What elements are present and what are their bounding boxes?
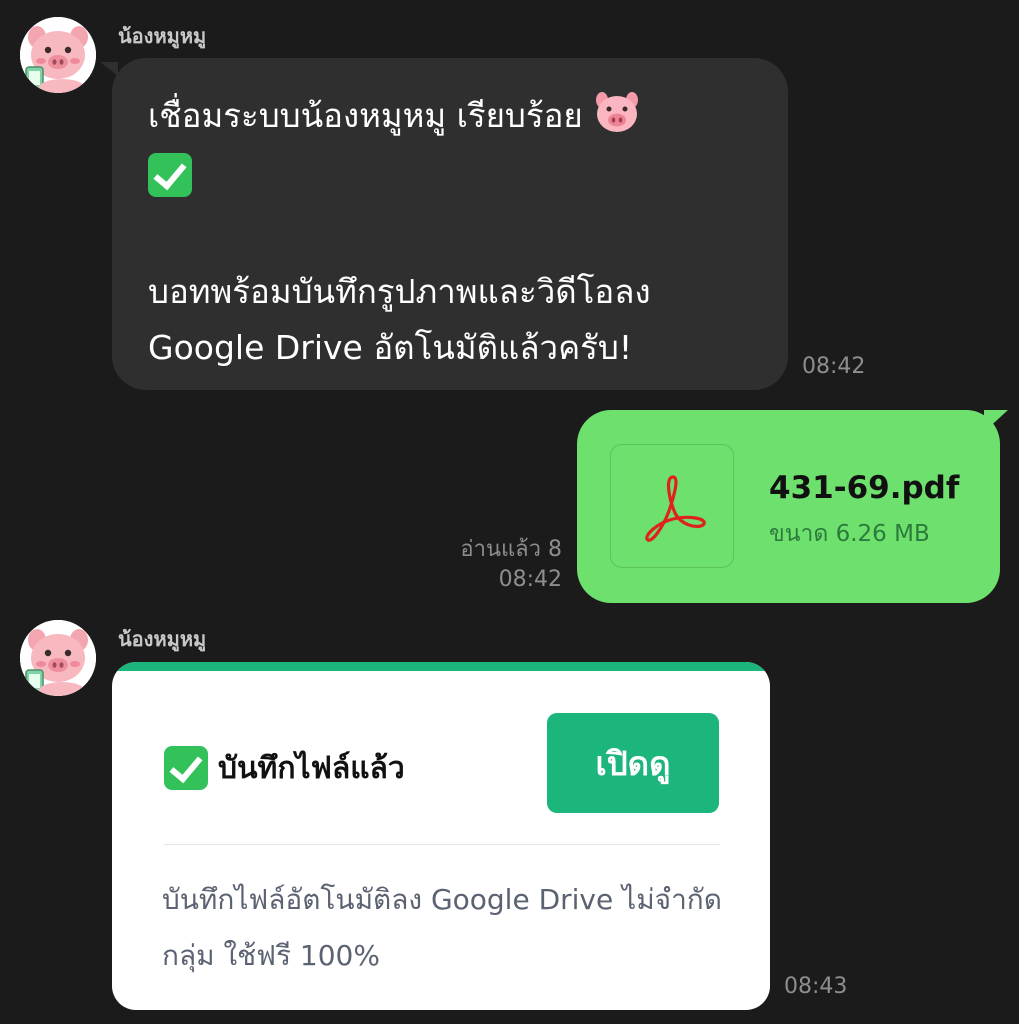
- pdf-icon: [645, 475, 706, 542]
- chat-view: น้องหมูหมู เชื่อมระบบน้องหมูหมู เรียบร้อ…: [0, 0, 1019, 1024]
- file-saved-card: บันทึกไฟล์แล้ว เปิดดู บันทึกไฟล์อัตโนมัต…: [112, 662, 770, 1010]
- sender-avatar[interactable]: [20, 620, 96, 696]
- file-size: ขนาด 6.26 MB: [769, 521, 930, 547]
- file-thumbnail[interactable]: [610, 444, 734, 568]
- check-mark-button-icon: [164, 746, 208, 790]
- sender-name: น้องหมูหมู: [118, 627, 207, 651]
- message-line-2: บอทพร้อมบันทึกรูปภาพและวิดีโอลง: [148, 272, 651, 311]
- message-line-1: เชื่อมระบบน้องหมูหมู เรียบร้อย: [148, 96, 583, 135]
- card-header: บันทึกไฟล์แล้ว: [164, 744, 405, 792]
- file-name: 431-69.pdf: [769, 470, 960, 506]
- message-line-3: Google Drive อัตโนมัติแล้วครับ!: [148, 328, 633, 367]
- read-status: อ่านแล้ว 8: [460, 537, 562, 562]
- open-file-button[interactable]: เปิดดู: [547, 713, 719, 813]
- pig-avatar-icon: [20, 17, 96, 93]
- sender-avatar[interactable]: [20, 17, 96, 93]
- outgoing-file-bubble[interactable]: 431-69.pdf ขนาด 6.26 MB: [577, 410, 1000, 603]
- card-description: บันทึกไฟล์อัตโนมัติลง Google Drive ไม่จำ…: [162, 883, 722, 972]
- card-divider: [164, 844, 720, 845]
- message-text: เชื่อมระบบน้องหมูหมู เรียบร้อย บอทพร้อมบ…: [148, 88, 752, 376]
- card-accent-bar: [112, 662, 770, 671]
- message-timestamp: 08:42: [802, 354, 866, 379]
- message-timestamp: 08:43: [784, 974, 848, 999]
- card-title: บันทึกไฟล์แล้ว: [218, 750, 405, 786]
- incoming-message-bubble[interactable]: เชื่อมระบบน้องหมูหมู เรียบร้อย บอทพร้อมบ…: [112, 58, 788, 390]
- pig-face-icon: [593, 91, 641, 152]
- check-mark-button-icon: [148, 153, 192, 197]
- message-timestamp: 08:42: [498, 567, 562, 592]
- pig-avatar-icon: [20, 620, 96, 696]
- sender-name: น้องหมูหมู: [118, 24, 207, 48]
- bubble-tail: [100, 62, 118, 76]
